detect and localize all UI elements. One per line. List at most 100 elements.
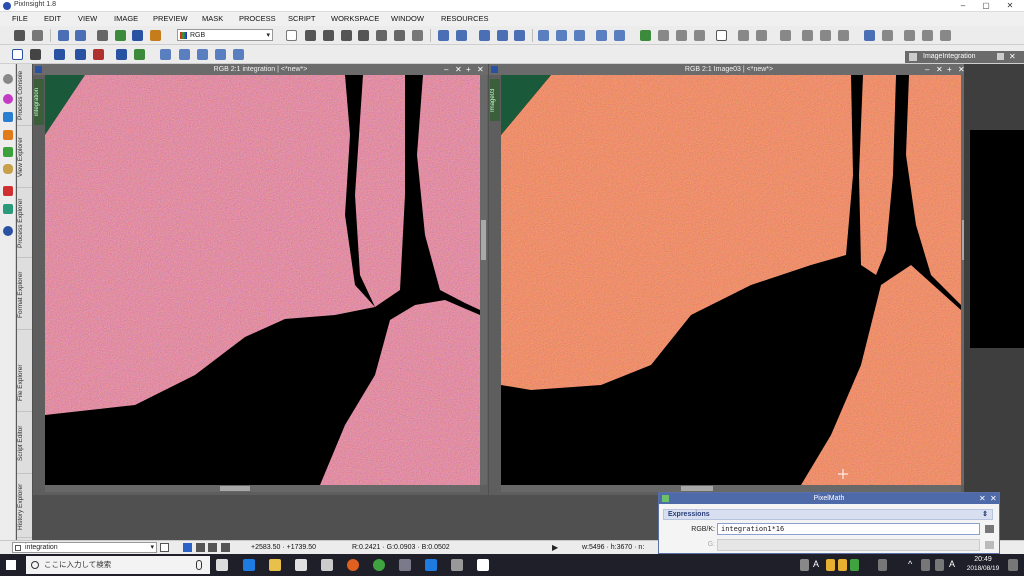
monitor-icon[interactable] [116,49,127,60]
tile-icon[interactable] [556,30,567,41]
mask-show-icon[interactable] [658,30,669,41]
cylinder-icon[interactable] [3,164,13,174]
shade-icon[interactable] [997,53,1004,60]
preview-restore-icon[interactable] [820,30,831,41]
image-view-image03[interactable] [501,75,961,485]
settings-icon[interactable] [940,30,951,41]
cascade-icon[interactable] [574,30,585,41]
square-icon[interactable] [3,112,13,122]
align-middle-icon[interactable] [233,49,244,60]
menu-mask[interactable]: MASK [202,14,223,23]
save-as-icon[interactable] [32,30,43,41]
chevron-up-icon[interactable]: ^ [908,559,912,569]
microphone-icon[interactable] [196,560,202,570]
tab-history-explorer[interactable]: History Explorer [17,476,32,538]
preview-store-icon[interactable] [802,30,813,41]
image-window-image03[interactable]: RGB 2:1 Image03 | <*new*> – ✕ + ✕ Image0… [489,64,969,495]
tray-network-icon[interactable] [850,559,859,571]
console-icon[interactable] [922,30,933,41]
mask-invert-icon[interactable] [676,30,687,41]
tray-user-icon[interactable] [878,559,887,571]
tray-notify-icon[interactable] [838,559,847,571]
align-left-icon[interactable] [160,49,171,60]
preview-new-icon[interactable] [780,30,791,41]
stf-reset-icon[interactable] [756,30,767,41]
tray-folder-icon[interactable] [826,559,835,571]
shade-icon[interactable]: ✕ [455,64,462,75]
menu-file[interactable]: FILE [12,14,28,23]
chrome-icon[interactable] [373,559,385,571]
taskbar-search[interactable]: ここに入力して検索 [26,556,210,574]
play-icon[interactable]: ▶ [552,543,558,552]
vertical-scrollbar[interactable] [480,75,487,485]
image-tools-icon[interactable] [115,30,126,41]
view-tab-image03[interactable]: Image03 [490,79,500,121]
undo-icon[interactable] [58,30,69,41]
volume-icon[interactable] [935,559,944,571]
blue-channel-icon[interactable] [221,543,230,552]
align-top-icon[interactable] [179,49,190,60]
maximize-icon[interactable]: + [466,64,471,75]
duplicate-icon[interactable] [97,30,108,41]
view-selector[interactable]: integration ▾ [12,542,157,553]
explorer-icon[interactable] [904,30,915,41]
image-container-icon[interactable] [30,49,41,60]
zoom-1-1-icon[interactable] [479,30,490,41]
menu-process[interactable]: PROCESS [239,14,276,23]
play-icon[interactable] [3,186,13,196]
new-image-icon[interactable] [12,49,23,60]
menu-script[interactable]: SCRIPT [288,14,316,23]
cube-icon[interactable] [3,147,13,157]
align-bottom-icon[interactable] [197,49,208,60]
tab-format-explorer[interactable]: Format Explorer [17,260,32,330]
window-menu-icon[interactable] [35,66,42,73]
tab-view-explorer[interactable]: View Explorer [17,128,32,188]
edit-expression-icon[interactable] [985,541,994,549]
mask-new-icon[interactable] [640,30,651,41]
move-icon[interactable] [323,30,334,41]
preview-undo-icon[interactable] [838,30,849,41]
mail-icon[interactable] [321,559,333,571]
shade-icon[interactable]: ✕ [979,493,986,504]
fit-view-icon[interactable] [538,30,549,41]
image-window-title-bar[interactable]: RGB 2:1 Image03 | <*new*> – ✕ + ✕ [489,64,969,75]
screen-transfer-icon[interactable] [75,49,86,60]
crosshair-icon[interactable] [286,30,297,41]
close-button[interactable]: ✕ [999,0,1021,12]
zoom-fit-window-icon[interactable] [514,30,525,41]
stf-auto-icon[interactable] [738,30,749,41]
menu-resources[interactable]: RESOURCES [441,14,489,23]
screen-icon[interactable] [54,49,65,60]
image-window-integration[interactable]: RGB 2:1 integration | <*new*> – ✕ + ✕ in… [33,64,488,495]
menu-window[interactable]: WINDOW [391,14,424,23]
minimize-icon[interactable]: – [444,64,448,75]
store-icon[interactable] [295,559,307,571]
gear-icon[interactable] [3,74,13,84]
image-integration-panel-header[interactable]: ImageIntegration ✕ [905,51,1024,63]
clock-date[interactable]: 2018/08/19 [962,565,1004,572]
deiconize-icon[interactable] [614,30,625,41]
minimize-icon[interactable]: – [925,64,929,75]
monitor-add-icon[interactable] [134,49,145,60]
edit-expression-icon[interactable] [985,525,994,533]
collapse-icon[interactable]: ⇕ [982,510,988,520]
save-icon[interactable] [14,30,25,41]
circle-icon[interactable] [3,94,13,104]
pointer-icon[interactable] [412,30,423,41]
view-options-icon[interactable] [160,543,169,552]
menu-view[interactable]: VIEW [78,14,97,23]
workspace-icon[interactable] [882,30,893,41]
mask-remove-icon[interactable] [694,30,705,41]
pixelmath-dialog[interactable]: PixelMath ✕ ✕ Expressions ⇕ RGB/K: integ… [658,492,1000,554]
align-center-icon[interactable] [215,49,226,60]
scrollbar-thumb[interactable] [681,486,713,491]
screen-close-icon[interactable] [93,49,104,60]
horizontal-scrollbar[interactable] [45,485,480,492]
battery-icon[interactable] [921,559,930,571]
tab-file-explorer[interactable]: File Explorer [17,354,32,412]
edit-preview-icon[interactable] [394,30,405,41]
close-icon[interactable]: ✕ [990,493,997,504]
red-channel-icon[interactable] [196,543,205,552]
menu-preview[interactable]: PREVIEW [153,14,188,23]
channel-icon[interactable] [132,30,143,41]
